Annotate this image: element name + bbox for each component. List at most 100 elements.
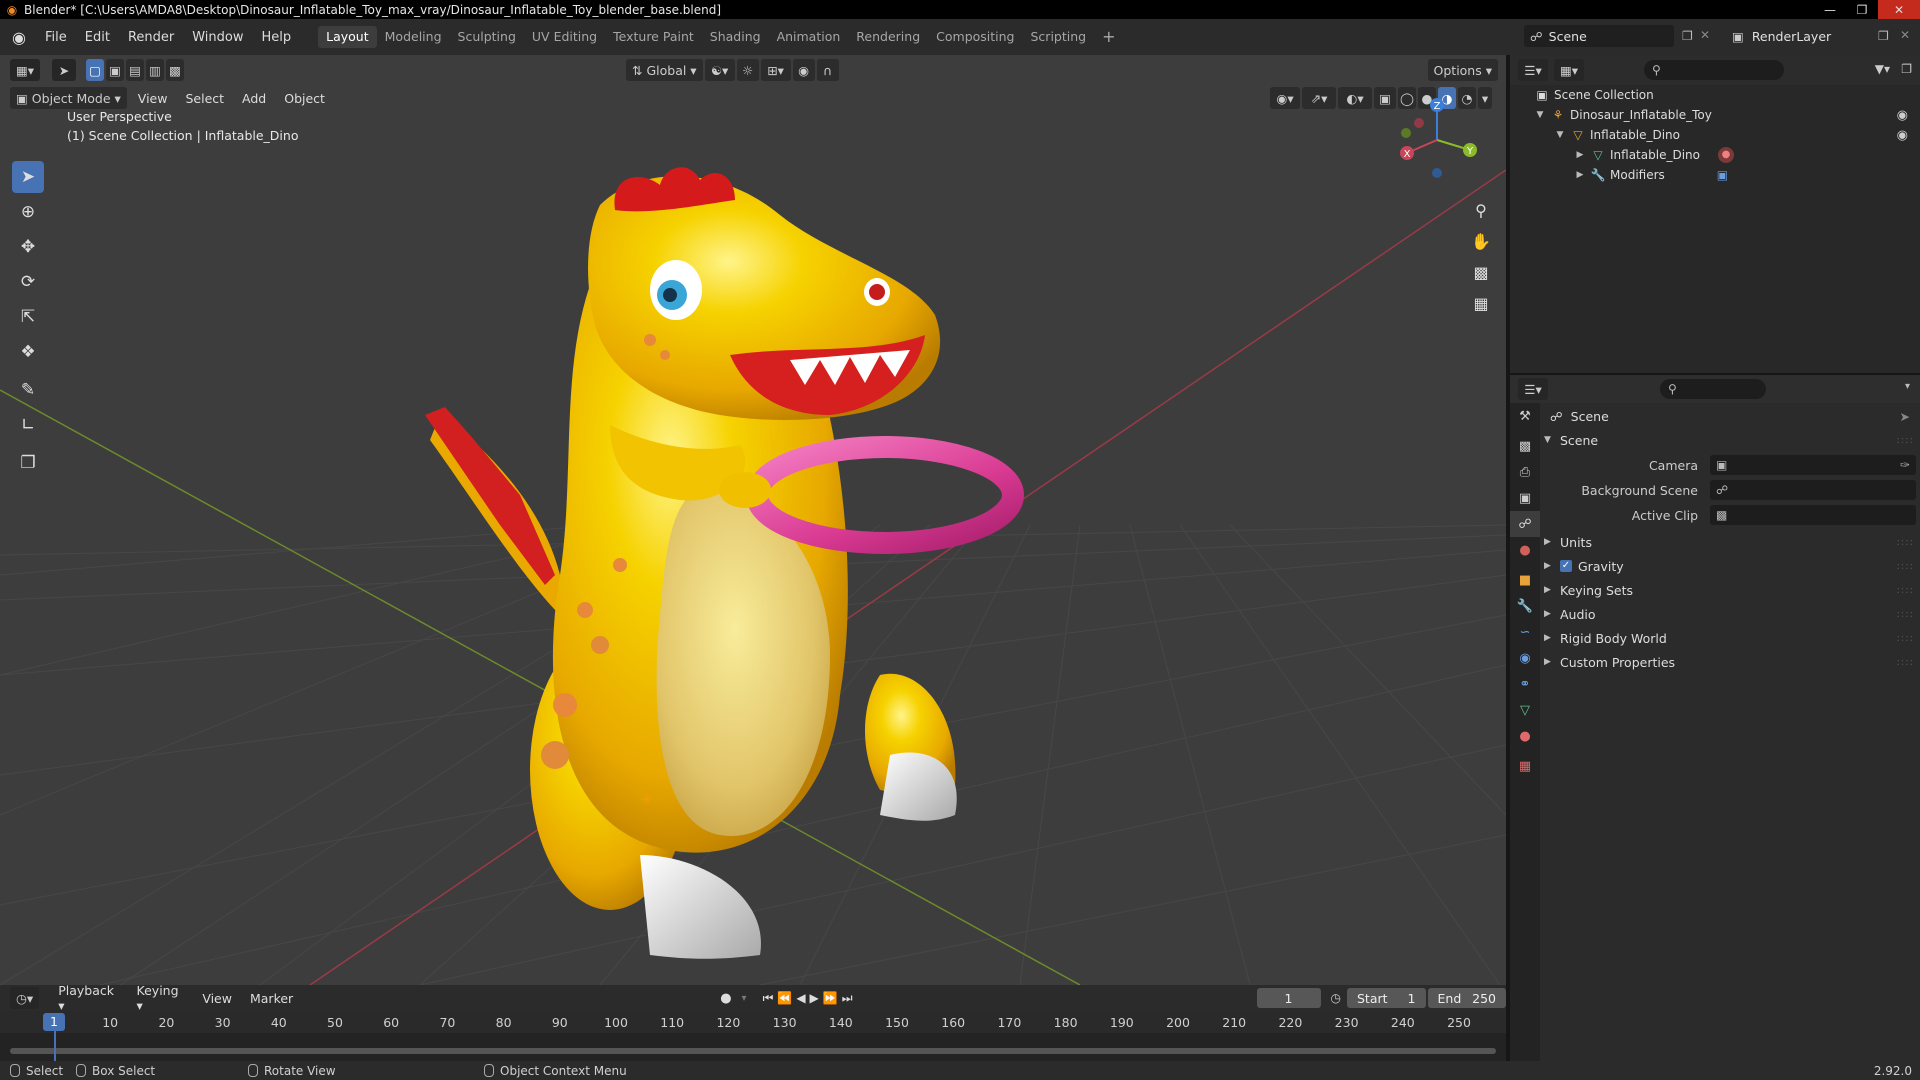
move-tool-icon[interactable]: ✥ xyxy=(12,231,44,263)
panel-grip-icon[interactable]: :::: xyxy=(1897,435,1914,446)
outliner-search-input[interactable]: ⚲ xyxy=(1644,60,1784,80)
expand-right-icon[interactable]: ▶ xyxy=(1574,150,1586,160)
properties-search-input[interactable]: ⚲ xyxy=(1660,379,1766,399)
overlays-toggle-icon[interactable]: ◐▾ xyxy=(1338,87,1372,109)
maximize-icon[interactable]: ❐ xyxy=(1846,0,1878,19)
navigation-gizmo[interactable]: Z Y X xyxy=(1392,95,1482,185)
transform-tool-icon[interactable]: ❖ xyxy=(12,336,44,368)
outliner-row-scene-collection[interactable]: ▣ Scene Collection xyxy=(1510,85,1920,105)
view-layer-tab-icon[interactable]: ▣ xyxy=(1510,485,1540,511)
falloff-icon[interactable]: ∩ xyxy=(816,59,839,81)
cursor-tool-icon[interactable]: ⊕ xyxy=(12,196,44,228)
gizmo-toggle-icon[interactable]: ⇗▾ xyxy=(1302,87,1336,109)
3d-viewport[interactable]: ✳ ▦▾ ➤ ▢ ▣ ▤ ▥ ▩ ⇅ Global ▾ ☯▾ ☼ ⊞▾ ◉ ∩ … xyxy=(0,55,1506,985)
panel-grip-icon[interactable]: :::: xyxy=(1897,537,1914,548)
scale-tool-icon[interactable]: ⇱ xyxy=(12,301,44,333)
pan-hand-icon[interactable]: ✋ xyxy=(1466,226,1496,256)
material-icon[interactable]: ● xyxy=(1717,147,1734,163)
tab-shading[interactable]: Shading xyxy=(702,26,769,48)
inflatable-dino-model[interactable]: ✳ xyxy=(425,167,1024,959)
panel-grip-icon[interactable]: :::: xyxy=(1897,585,1914,596)
visibility-eye-icon[interactable]: ◉ xyxy=(1897,128,1908,143)
minimize-icon[interactable]: — xyxy=(1814,0,1846,19)
particles-tab-icon[interactable]: ∽ xyxy=(1510,619,1540,645)
chevron-down-icon[interactable]: ▾ xyxy=(742,993,747,1004)
add-workspace-button[interactable]: + xyxy=(1094,26,1123,48)
select-mode-extend-icon[interactable]: ▣ xyxy=(106,59,124,81)
outliner-editor-type-icon[interactable]: ☰▾ xyxy=(1518,59,1548,81)
chevron-down-icon[interactable]: ▾ xyxy=(1905,381,1910,392)
visibility-eye-icon[interactable]: ◉ xyxy=(1897,108,1908,123)
panel-grip-icon[interactable]: :::: xyxy=(1897,633,1914,644)
world-tab-icon[interactable]: ● xyxy=(1510,537,1540,563)
delete-scene-icon[interactable]: ✕ xyxy=(1700,28,1710,42)
menu-render[interactable]: Render xyxy=(119,30,183,45)
keying-sets-panel-header[interactable]: ▶ Keying Sets :::: xyxy=(1540,579,1920,601)
tab-uv-editing[interactable]: UV Editing xyxy=(524,26,605,48)
active-clip-field[interactable]: ▩ xyxy=(1710,505,1916,525)
select-mode-subtract-icon[interactable]: ▤ xyxy=(126,59,144,81)
current-frame-field[interactable]: 1 xyxy=(1256,988,1321,1008)
snap-toggle-icon[interactable]: ☼ xyxy=(736,59,759,81)
tab-compositing[interactable]: Compositing xyxy=(928,26,1022,48)
timeline-keyframe-area[interactable] xyxy=(0,1033,1506,1061)
physics-tab-icon[interactable]: ◉ xyxy=(1510,645,1540,671)
object-tab-icon[interactable]: ■ xyxy=(1510,567,1540,593)
scene-panel-header[interactable]: ▼ Scene :::: xyxy=(1540,429,1920,451)
proportional-edit-icon[interactable]: ◉ xyxy=(792,59,815,81)
visibility-icon[interactable]: ◉▾ xyxy=(1270,87,1300,109)
timeline-editor-type-icon[interactable]: ◷▾ xyxy=(10,987,40,1009)
filter-icon[interactable]: ▼▾ xyxy=(1875,62,1890,76)
new-collection-icon[interactable]: ❐ xyxy=(1901,62,1912,76)
expand-down-icon[interactable]: ▼ xyxy=(1534,110,1546,120)
units-panel-header[interactable]: ▶ Units :::: xyxy=(1540,531,1920,553)
playback-controls[interactable]: ⏮⏪◀▶⏩⏭ xyxy=(763,991,857,1006)
tab-modeling[interactable]: Modeling xyxy=(377,26,450,48)
output-tab-icon[interactable]: ⎙ xyxy=(1510,459,1540,485)
display-mode-icon[interactable]: ▦▾ xyxy=(1554,59,1584,81)
mode-dropdown[interactable]: ▣ Object Mode ▾ xyxy=(10,87,127,109)
background-scene-field[interactable]: ☍ xyxy=(1710,480,1916,500)
audio-panel-header[interactable]: ▶ Audio :::: xyxy=(1540,603,1920,625)
expand-right-icon[interactable]: ▶ xyxy=(1574,170,1586,180)
measure-tool-icon[interactable]: ∟ xyxy=(12,409,44,441)
playhead-frame-badge[interactable]: 1 xyxy=(43,1013,65,1031)
outliner-row-dinosaur-empty[interactable]: ▼ ⚘ Dinosaur_Inflatable_Toy ◉ xyxy=(1510,105,1920,125)
new-scene-icon[interactable]: ❐ xyxy=(1682,29,1693,43)
gravity-panel-header[interactable]: ▶ ✓ Gravity :::: xyxy=(1540,555,1920,577)
tab-animation[interactable]: Animation xyxy=(769,26,849,48)
zoom-icon[interactable]: ⚲ xyxy=(1466,195,1496,225)
select-mode-intersect-icon[interactable]: ▩ xyxy=(166,59,184,81)
end-frame-field[interactable]: End 250 xyxy=(1427,988,1506,1008)
properties-editor-type-icon[interactable]: ☰▾ xyxy=(1518,378,1548,400)
rigid-body-world-panel-header[interactable]: ▶ Rigid Body World :::: xyxy=(1540,627,1920,649)
panel-grip-icon[interactable]: :::: xyxy=(1897,561,1914,572)
texture-tab-icon[interactable]: ▦ xyxy=(1510,753,1540,779)
constraints-tab-icon[interactable]: ⚭ xyxy=(1510,671,1540,697)
editor-type-icon[interactable]: ▦▾ xyxy=(10,59,40,81)
timeline-menu-playback[interactable]: Playback ▾ xyxy=(49,983,127,1013)
transform-orientation-dropdown[interactable]: ⇅ Global ▾ xyxy=(626,59,703,81)
pivot-point-icon[interactable]: ☯▾ xyxy=(704,59,735,81)
timeline-ruler[interactable]: 10 20 30 40 50 60 70 80 90 100 110 120 130 140 150 160 1… xyxy=(0,1011,1506,1033)
timeline-menu-marker[interactable]: Marker xyxy=(241,991,302,1006)
material-tab-icon[interactable]: ● xyxy=(1510,723,1540,749)
delete-renderlayer-icon[interactable]: ✕ xyxy=(1900,28,1910,42)
tab-texture-paint[interactable]: Texture Paint xyxy=(605,26,702,48)
preview-range-icon[interactable]: ◷ xyxy=(1331,991,1341,1005)
outliner-row-inflatable-dino-object[interactable]: ▼ ▽ Inflatable_Dino ◉ xyxy=(1510,125,1920,145)
start-frame-field[interactable]: Start 1 xyxy=(1347,988,1426,1008)
blender-menu-icon[interactable]: ◉ xyxy=(6,24,32,50)
outliner-row-modifiers[interactable]: ▶ 🔧 Modifiers ▣ xyxy=(1510,165,1920,185)
scene-tab-icon[interactable]: ☍ xyxy=(1510,511,1540,537)
add-cube-tool-icon[interactable]: ❐ xyxy=(12,447,44,479)
select-box-tool-icon[interactable]: ➤ xyxy=(12,161,44,193)
tab-scripting[interactable]: Scripting xyxy=(1023,26,1095,48)
new-renderlayer-icon[interactable]: ❐ xyxy=(1878,29,1889,43)
ortho-grid-icon[interactable]: ▦ xyxy=(1466,288,1496,318)
camera-field[interactable]: ▣ ✑ xyxy=(1710,455,1916,475)
timeline-menu-view[interactable]: View xyxy=(193,991,241,1006)
annotate-tool-icon[interactable]: ✎ xyxy=(12,374,44,406)
menu-window[interactable]: Window xyxy=(183,30,252,45)
viewport-menu-object[interactable]: Object xyxy=(275,91,334,106)
